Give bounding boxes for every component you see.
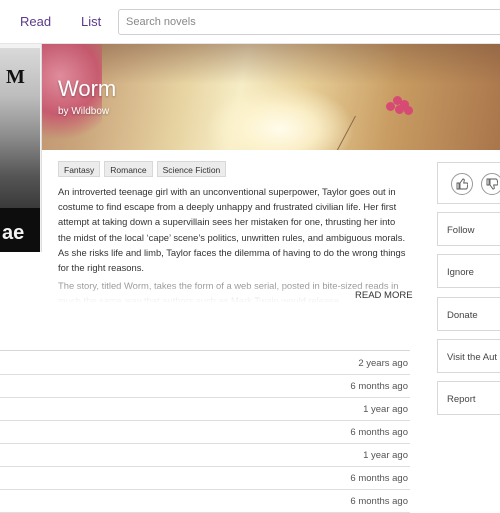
ignore-button[interactable]: Ignore	[437, 254, 500, 288]
chapter-date: 6 months ago	[350, 473, 408, 484]
genre-tags: Fantasy Romance Science Fiction	[58, 160, 230, 177]
donate-button[interactable]: Donate	[437, 297, 500, 331]
tag-science-fiction[interactable]: Science Fiction	[156, 161, 227, 177]
description-paragraph: An introverted teenage girl with an unco…	[58, 186, 406, 274]
report-label: Report	[447, 394, 476, 405]
novel-title: Worm	[58, 76, 117, 101]
novel-author[interactable]: by Wildbow	[58, 106, 109, 117]
chapter-date: 6 months ago	[350, 427, 408, 438]
sunlight-decoration	[205, 84, 355, 150]
search-input[interactable]	[118, 9, 500, 35]
tag-fantasy[interactable]: Fantasy	[58, 161, 101, 177]
chapter-row[interactable]: 6 months ago	[0, 375, 410, 398]
donate-label: Donate	[447, 310, 478, 321]
follow-button[interactable]: Follow	[437, 212, 500, 246]
thumbs-down-icon[interactable]	[481, 173, 500, 195]
chapter-list-divider	[0, 350, 410, 351]
novel-cover-image: M ae	[0, 44, 42, 252]
novel-description: An introverted teenage girl with an unco…	[58, 184, 410, 278]
chapter-row[interactable]: 6 months ago	[0, 490, 410, 513]
visit-author-button[interactable]: Visit the Aut	[437, 339, 500, 373]
nav-read-link[interactable]: Read	[20, 14, 51, 29]
tag-romance[interactable]: Romance	[104, 161, 153, 177]
ignore-label: Ignore	[447, 267, 474, 278]
cover-title-text: ae	[2, 222, 25, 244]
chapter-date: 6 months ago	[350, 381, 408, 392]
read-more-link[interactable]: READ MORE	[355, 290, 413, 301]
chapter-row[interactable]: 1 year ago	[0, 398, 410, 421]
report-button[interactable]: Report	[437, 381, 500, 415]
chapter-date: 2 years ago	[358, 358, 408, 369]
chapter-row[interactable]: 1 year ago	[0, 444, 410, 467]
chapter-date: 6 months ago	[350, 496, 408, 507]
chapter-row[interactable]: 6 months ago	[0, 421, 410, 444]
visit-author-label: Visit the Aut	[447, 352, 497, 363]
cover-mark: M	[6, 66, 25, 88]
nav-list-link[interactable]: List	[81, 14, 101, 29]
top-navbar: Read List	[0, 0, 500, 44]
chapter-row[interactable]: 2 years ago	[0, 352, 410, 375]
chapter-date: 1 year ago	[363, 450, 408, 461]
chapter-row[interactable]: 6 months ago	[0, 467, 410, 490]
follow-label: Follow	[447, 225, 475, 236]
rating-box	[437, 162, 500, 204]
thumbs-up-icon[interactable]	[451, 173, 473, 195]
chapter-date: 1 year ago	[363, 404, 408, 415]
balloons-decoration	[386, 96, 416, 118]
